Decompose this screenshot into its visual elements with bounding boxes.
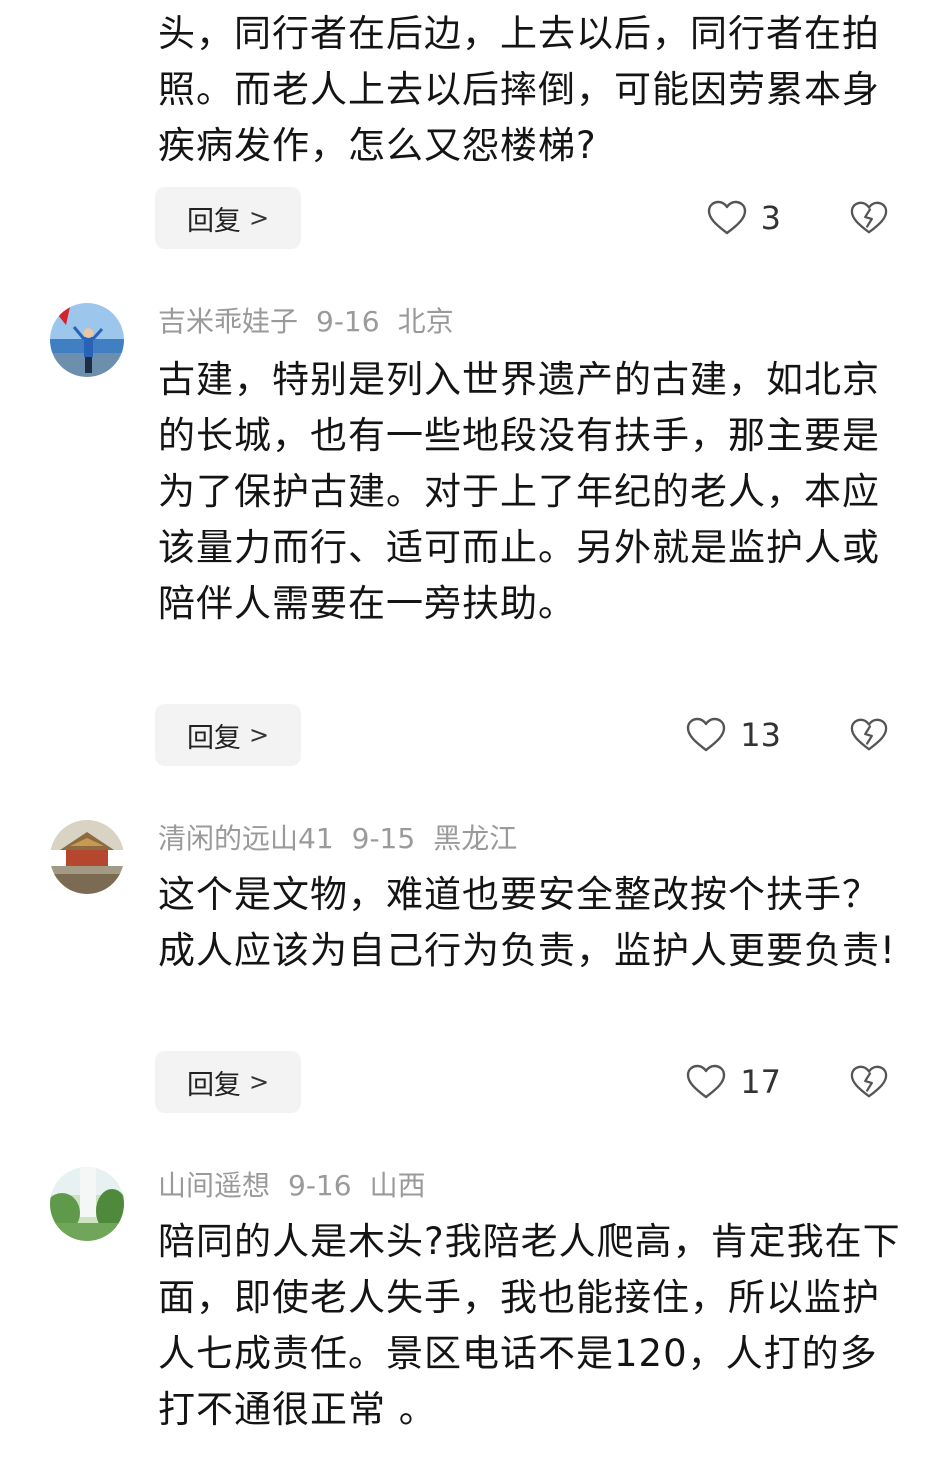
comment-text: 这个是文物，难道也要安全整改按个扶手？成人应该为自己行为负责，监护人更要负责! [158,873,896,972]
avatar-image [50,820,124,894]
dislike-button[interactable] [850,187,890,249]
avatar[interactable] [50,1167,124,1241]
like-button[interactable]: 17 [686,1051,781,1113]
like-count: 3 [760,199,781,237]
username[interactable]: 吉米乖娃子 [158,305,298,338]
broken-heart-icon [850,201,888,234]
chevron-right-icon: > [248,204,270,232]
broken-heart-icon [850,1065,888,1098]
comment-location: 黑龙江 [433,822,518,855]
heart-outline-icon [687,717,726,752]
heart-outline-icon [687,1064,726,1099]
chevron-right-icon: > [248,721,270,749]
like-button[interactable]: 3 [707,187,781,249]
comment-date: 9-16 [288,1169,352,1202]
comment-text: 陪同的人是木头?我陪老人爬高，肯定我在下面，即使老人失手，我也能接住，所以监护人… [158,1220,901,1431]
comment-meta: 清闲的远山41 9-15 黑龙江 [158,819,535,859]
comment-text: 头，同行者在后边，上去以后，同行者在拍照。而老人上去以后摔倒，可能因劳累本身疾病… [158,12,880,167]
like-button[interactable]: 13 [686,704,781,766]
like-count: 13 [740,716,781,754]
reply-label: 回复 [186,1069,241,1101]
comment-location: 山西 [369,1169,426,1202]
comment-date: 9-16 [316,305,380,338]
dislike-button[interactable] [850,1051,890,1113]
broken-heart-icon [850,718,888,751]
avatar-image [50,303,124,377]
heart-outline-icon [707,200,746,235]
reply-label: 回复 [186,205,241,237]
comment-text: 古建，特别是列入世界遗产的古建，如北京的长城，也有一些地段没有扶手，那主要是为了… [158,358,880,625]
reply-button[interactable]: 回复 > [155,704,301,766]
reply-button[interactable]: 回复 > [155,187,301,249]
avatar[interactable] [50,303,124,377]
comment-location: 北京 [397,305,454,338]
avatar-image [50,1167,124,1241]
reply-label: 回复 [186,722,241,754]
dislike-button[interactable] [850,704,890,766]
comment-meta: 吉米乖娃子 9-16 北京 [158,302,472,342]
comment-date: 9-15 [351,822,416,855]
username[interactable]: 清闲的远山41 [158,822,334,855]
chevron-right-icon: > [248,1068,270,1096]
reply-button[interactable]: 回复 > [155,1051,301,1113]
like-count: 17 [740,1063,781,1101]
comment-meta: 山间遥想 9-16 山西 [158,1166,444,1206]
avatar[interactable] [50,820,124,894]
username[interactable]: 山间遥想 [158,1169,270,1202]
